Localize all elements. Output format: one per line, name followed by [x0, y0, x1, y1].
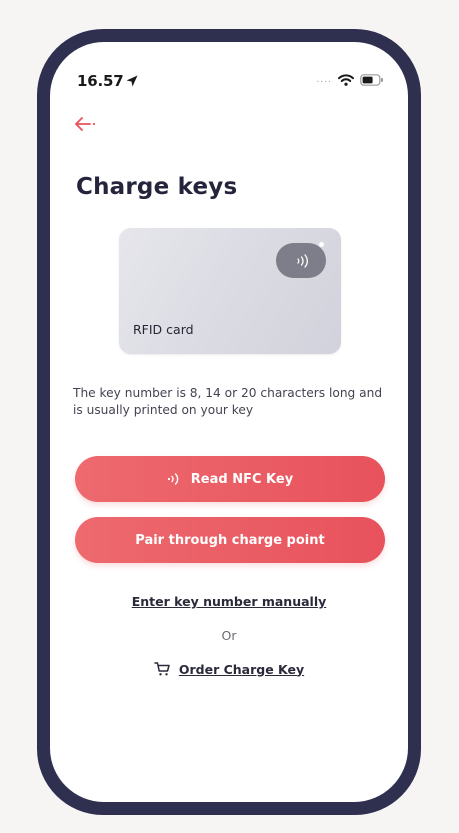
phone-frame: 16.57 .... Charge keys RFID card The key… [37, 29, 421, 815]
location-arrow-icon [126, 75, 138, 87]
or-separator: Or [221, 628, 237, 643]
card-label: RFID card [133, 322, 194, 337]
order-charge-key-link[interactable]: Order Charge Key [50, 661, 408, 677]
signal-indicator: .... [316, 75, 332, 85]
battery-icon [360, 74, 383, 86]
pair-label: Pair through charge point [135, 532, 325, 548]
arrow-left-icon[interactable] [73, 114, 99, 134]
card-dot [319, 242, 324, 247]
rfid-card-illustration: RFID card [119, 228, 341, 354]
app-screen: 16.57 .... Charge keys RFID card The key… [50, 42, 408, 802]
cart-icon [154, 662, 170, 676]
page-title: Charge keys [76, 174, 238, 200]
status-time: 16.57 [77, 72, 124, 90]
status-bar: 16.57 .... [77, 72, 384, 92]
nfc-icon [297, 254, 308, 268]
key-description: The key number is 8, 14 or 20 characters… [73, 386, 383, 417]
status-icons: .... [317, 74, 384, 86]
wifi-icon [338, 74, 354, 86]
read-nfc-key-label: Read NFC Key [190, 471, 294, 487]
read-nfc-key-button[interactable]: Read NFC Key [75, 456, 385, 502]
order-charge-key-label: Order Charge Key [178, 661, 305, 677]
pair-through-charge-point-button[interactable]: Pair through charge point [75, 517, 385, 563]
enter-key-manually-link[interactable]: Enter key number manually [50, 594, 408, 609]
nfc-icon [167, 473, 179, 485]
